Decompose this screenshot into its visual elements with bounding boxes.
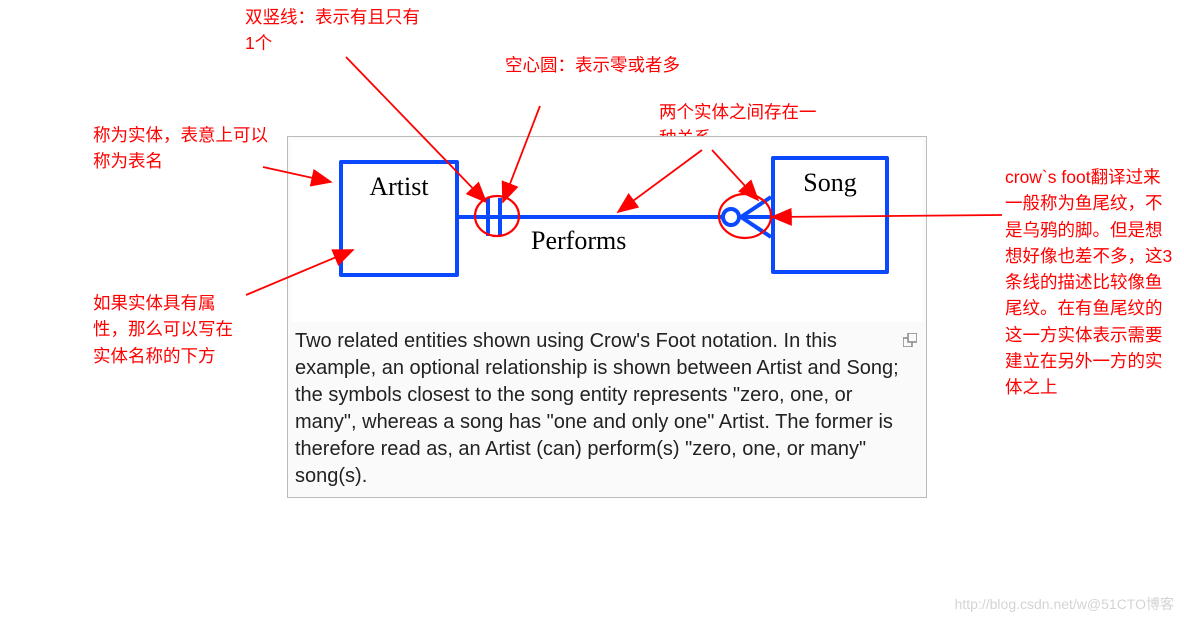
watermark: http://blog.csdn.net/w@51CTO博客	[955, 594, 1174, 614]
cardinality-bar-icon	[498, 198, 502, 236]
figure-container: Artist Song Performs Two related entitie…	[287, 136, 927, 498]
relationship-label: Performs	[531, 226, 626, 256]
er-diagram: Artist Song Performs	[291, 140, 923, 322]
annotation-double-bar: 双竖线：表示有且只有1个	[245, 4, 425, 57]
cardinality-zero-icon	[721, 207, 741, 227]
enlarge-icon[interactable]	[903, 328, 917, 342]
crows-foot-icon	[739, 194, 773, 240]
cardinality-bar-icon	[486, 198, 490, 236]
annotation-entity-name: 称为实体，表意上可以称为表名	[93, 122, 268, 175]
annotation-empty-circle: 空心圆：表示零或者多	[505, 52, 705, 78]
figure-caption: Two related entities shown using Crow's …	[291, 322, 923, 494]
annotation-crows-foot: crow`s foot翻译过来一般称为鱼尾纹，不是乌鸦的脚。但是想想好像也差不多…	[1005, 164, 1177, 400]
annotation-attributes: 如果实体具有属性，那么可以写在实体名称的下方	[93, 290, 243, 369]
entity-song: Song	[771, 156, 889, 274]
caption-text: Two related entities shown using Crow's …	[295, 330, 899, 487]
entity-artist: Artist	[339, 160, 459, 277]
